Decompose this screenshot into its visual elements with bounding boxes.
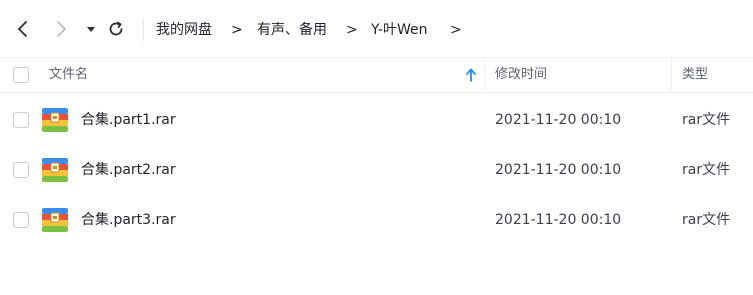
select-all-checkbox[interactable] <box>13 67 29 83</box>
column-header-modified[interactable]: 修改时间 <box>495 66 547 84</box>
column-header-name[interactable]: 文件名 <box>49 66 88 84</box>
file-modified-time: 2021-11-20 00:10 <box>495 112 622 128</box>
file-browser-window: 我的网盘 > 有声、备用 > Y-叶Wen > 文件名 修改时间 类型 合集.p… <box>0 0 753 295</box>
rar-archive-icon <box>42 108 68 132</box>
refresh-icon <box>109 21 123 36</box>
breadcrumb-item-current[interactable]: Y-叶Wen <box>371 20 427 40</box>
row-checkbox[interactable] <box>13 212 29 228</box>
toolbar: 我的网盘 > 有声、备用 > Y-叶Wen > <box>0 0 753 57</box>
file-name[interactable]: 合集.part1.rar <box>81 110 176 130</box>
breadcrumb-item-folder[interactable]: 有声、备用 <box>257 20 327 40</box>
row-checkbox[interactable] <box>13 112 29 128</box>
file-modified-time: 2021-11-20 00:10 <box>495 162 622 178</box>
history-dropdown-button[interactable] <box>80 18 102 40</box>
history-dropdown-icon <box>87 27 95 32</box>
forward-button[interactable] <box>50 18 72 40</box>
file-name[interactable]: 合集.part3.rar <box>81 210 176 230</box>
file-type: rar文件 <box>682 112 731 128</box>
list-header: 文件名 修改时间 类型 <box>0 57 753 93</box>
column-separator[interactable] <box>484 58 485 93</box>
column-header-type[interactable]: 类型 <box>682 66 708 84</box>
rar-archive-icon <box>42 158 68 182</box>
breadcrumb-separator: > <box>450 22 462 38</box>
breadcrumb-item-root[interactable]: 我的网盘 <box>156 20 212 40</box>
file-name[interactable]: 合集.part2.rar <box>81 160 176 180</box>
file-row[interactable]: 合集.part1.rar 2021-11-20 00:10 rar文件 <box>0 95 753 145</box>
toolbar-divider <box>143 19 144 41</box>
column-separator[interactable] <box>671 58 672 93</box>
forward-icon <box>57 21 66 37</box>
sort-ascending-icon[interactable] <box>465 68 477 82</box>
back-icon <box>18 21 27 37</box>
file-type: rar文件 <box>682 162 731 178</box>
refresh-button[interactable] <box>105 18 127 40</box>
file-row[interactable]: 合集.part3.rar 2021-11-20 00:10 rar文件 <box>0 195 753 245</box>
row-checkbox[interactable] <box>13 162 29 178</box>
file-type: rar文件 <box>682 212 731 228</box>
back-button[interactable] <box>12 18 34 40</box>
breadcrumb-separator: > <box>231 22 243 38</box>
breadcrumb-separator: > <box>346 22 358 38</box>
file-row[interactable]: 合集.part2.rar 2021-11-20 00:10 rar文件 <box>0 145 753 195</box>
file-modified-time: 2021-11-20 00:10 <box>495 212 622 228</box>
rar-archive-icon <box>42 208 68 232</box>
